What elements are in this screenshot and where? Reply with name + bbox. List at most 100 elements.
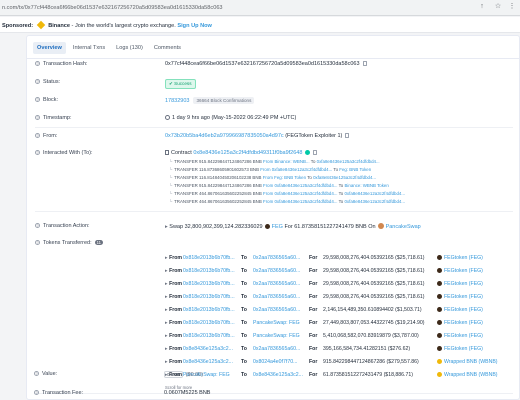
arrow-icon: └ — [169, 159, 173, 164]
transfer-to-link[interactable]: 0x2aa7836565a60... — [253, 307, 300, 313]
transfer-to-link[interactable]: 0xfa8e8436e12a3c2f4dfdbd4... — [344, 199, 405, 204]
transfer-to-link[interactable]: 0x2aa7836565a60... — [253, 346, 300, 352]
token-link[interactable]: FEGtoken (FEG) — [444, 255, 483, 261]
action-label: ? Transaction Action: — [35, 223, 90, 229]
help-icon: ? — [35, 150, 40, 155]
feg-token-icon — [437, 281, 442, 286]
token-link[interactable]: FEGtoken (FEG) — [444, 281, 483, 287]
transfer-amount: 29,598,008,276,404.05392165 ($25,718.61) — [323, 268, 425, 274]
from-address-link[interactable]: 0x73b20b5ba4d6eb2a979966987835050a4d97c — [165, 133, 284, 139]
transfer-from-link[interactable]: From 0xfa8e8436e12a3c2f4dfdbd4... — [260, 167, 332, 172]
transfer-to-link[interactable]: 0x8e8436e125a3c2... — [253, 372, 303, 378]
wbnb-token-icon — [437, 372, 442, 377]
transfer-from-link[interactable]: 0x818e2013b6b70fb... — [183, 294, 235, 300]
transfer-to-link[interactable]: 0x2aa7836565a60... — [253, 281, 300, 287]
interacted-label: ? Interacted With (To): — [35, 150, 93, 156]
transfer-from-link[interactable]: 0x818e2013b6b70fb... — [183, 268, 235, 274]
sponsored-label: Sponsored: — [2, 23, 34, 29]
transfer-from-link[interactable]: 0x818e2013b6b70fb... — [183, 307, 235, 313]
help-icon: ? — [35, 223, 40, 228]
tab-comments[interactable]: Comments — [150, 42, 185, 54]
to-text: To — [241, 281, 247, 287]
transfer-amount: 915.842298447124867286 ($279,557.86) — [323, 359, 419, 365]
tab-logs[interactable]: Logs (130) — [112, 42, 147, 54]
to-text: To — [241, 333, 247, 339]
transfer-amount: 29,598,008,276,404.05392165 ($25,718.61) — [323, 255, 425, 261]
help-icon: ? — [34, 371, 39, 376]
help-icon: ? — [35, 97, 40, 102]
transfer-from-link[interactable]: From 0xfa8e8436e125a3c2f4dfdbd4... — [263, 199, 337, 204]
transfer-to-link[interactable]: 0x8024a4e0f7f70... — [253, 359, 297, 365]
pancakeswap-link[interactable]: PancakeSwap — [386, 224, 421, 230]
token-link[interactable]: FEGtoken (FEG) — [444, 307, 483, 313]
block-value: 17832903 36664 Block Confirmations — [165, 97, 255, 104]
tokens-label: ? Tokens Transferred: 11 — [35, 240, 103, 246]
feg-token-icon — [437, 333, 442, 338]
transfer-to-link[interactable]: 0xfa8e8436e125a3c2f4dfdbd4... — [317, 159, 380, 164]
feg-token-icon — [437, 320, 442, 325]
transfer-to-link[interactable]: PancakeSwap: FEG — [253, 320, 300, 326]
transfer-to-link[interactable]: Binance: WBNB Token — [344, 183, 388, 188]
token-link[interactable]: FEGtoken (FEG) — [444, 333, 483, 339]
token-link[interactable]: Wrapped BNB (WBNB) — [444, 359, 498, 365]
transfer-to-link[interactable]: 0x2aa7836565a60... — [253, 294, 300, 300]
for-text: For — [309, 281, 318, 287]
for-text: For — [309, 359, 318, 365]
for-text: For — [309, 372, 318, 378]
transfer-to-link[interactable]: 0x2aa7836565a60... — [253, 268, 300, 274]
sponsored-banner: Sponsored: Binance - Join the world's la… — [0, 17, 520, 33]
token-link[interactable]: FEGtoken (FEG) — [444, 268, 483, 274]
transfer-from-link[interactable]: 0x818e2013b6b70fb... — [183, 255, 235, 261]
token-link[interactable]: FEGtoken (FEG) — [444, 320, 483, 326]
transfer-amount: 29,598,008,276,404.05392165 ($25,718.61) — [323, 281, 425, 287]
feg-token-icon — [437, 346, 442, 351]
transfer-from-link[interactable]: 0x818e2013b6b70fb... — [183, 333, 235, 339]
feg-token-icon — [264, 224, 270, 229]
transfer-to-link[interactable]: 0xfa8e8436e125a3c2f4dfdbd4... — [313, 175, 376, 180]
transfer-to-link[interactable]: 0x2aa7836565a60... — [253, 255, 300, 261]
transfer-to-link[interactable]: Feg: BNB Token — [339, 167, 371, 172]
transfer-to-link[interactable]: 0xfa8e8436e12a3c2f4dfdbd4... — [344, 191, 405, 196]
from-text: ▸ From — [165, 333, 183, 339]
share-icon[interactable]: ↑ — [478, 3, 486, 11]
timestamp-value: 1 day 9 hrs ago (May-15-2022 06:22:49 PM… — [165, 115, 296, 121]
transfer-amount: 5,410,068,582,070.83919879 ($3,787.00) — [323, 333, 419, 339]
tx-hash: 0x77cf448cea6f66be06d1537e632167256720a5… — [165, 61, 367, 67]
from-text: ▸ From — [165, 320, 183, 326]
sign-up-link[interactable]: Sign Up Now — [177, 23, 212, 29]
sponsor-brand: Binance — [48, 23, 70, 29]
copy-icon[interactable] — [313, 150, 318, 155]
transfer-from-link[interactable]: From 0xfa8e8436e125a3c2f4dfdbd4... — [263, 183, 337, 188]
transfer-from-link[interactable]: 0x818e2013b6b70fb... — [183, 320, 235, 326]
address-bar[interactable]: n.com/tx/0x77cf448cea6f66be06d1537e63216… — [0, 0, 520, 16]
block-link[interactable]: 17832903 — [165, 98, 189, 104]
transfer-from-link[interactable]: 0x8e8436e125a3c2... — [183, 359, 233, 365]
from-label: ? From: — [35, 133, 58, 139]
internal-transfer-row: └ TRANSFER 116.814840450206102238 BNB Fro… — [169, 175, 377, 180]
from-text: ▸ From — [165, 346, 183, 352]
token-link[interactable]: FEGtoken (FEG) — [444, 346, 483, 352]
transfer-amount: 395,166,584,734.41282151 ($276.62) — [323, 346, 411, 352]
transfer-from-link[interactable]: 0x8e8436e125a3c2... — [183, 346, 233, 352]
arrow-icon: └ — [169, 199, 173, 204]
menu-icon[interactable]: ⋮ — [508, 3, 516, 11]
tab-internal-txns[interactable]: Internal Txns — [69, 42, 109, 54]
contract-link[interactable]: 0x8e8436e125a3c2f4dfdbd49311f0ba9f2648 — [193, 150, 302, 156]
transfer-from-link[interactable]: From Feg: BNB Token — [263, 175, 306, 180]
feg-link[interactable]: FEG — [272, 224, 283, 230]
block-label: ? Block: — [35, 97, 58, 103]
feg-token-icon — [437, 307, 442, 312]
tab-overview[interactable]: Overview — [33, 42, 66, 54]
tab-bar: Overview Internal Txns Logs (130) Commen… — [33, 42, 185, 54]
transfer-from-link[interactable]: From 0xfa8e8436e125a3c2f4dfdbd4... — [263, 191, 337, 196]
to-text: To — [241, 268, 247, 274]
star-icon[interactable]: ☆ — [494, 3, 502, 11]
for-text: For — [309, 333, 318, 339]
copy-icon[interactable] — [345, 133, 350, 138]
transfer-from-link[interactable]: 0x818e2013b6b70fb... — [183, 281, 235, 287]
token-link[interactable]: FEGtoken (FEG) — [444, 294, 483, 300]
token-link[interactable]: Wrapped BNB (WBNB) — [444, 372, 498, 378]
transfer-to-link[interactable]: PancakeSwap: FEG — [253, 333, 300, 339]
transfer-from-link[interactable]: From Binance: WBNB... — [263, 159, 310, 164]
copy-icon[interactable] — [362, 61, 367, 66]
